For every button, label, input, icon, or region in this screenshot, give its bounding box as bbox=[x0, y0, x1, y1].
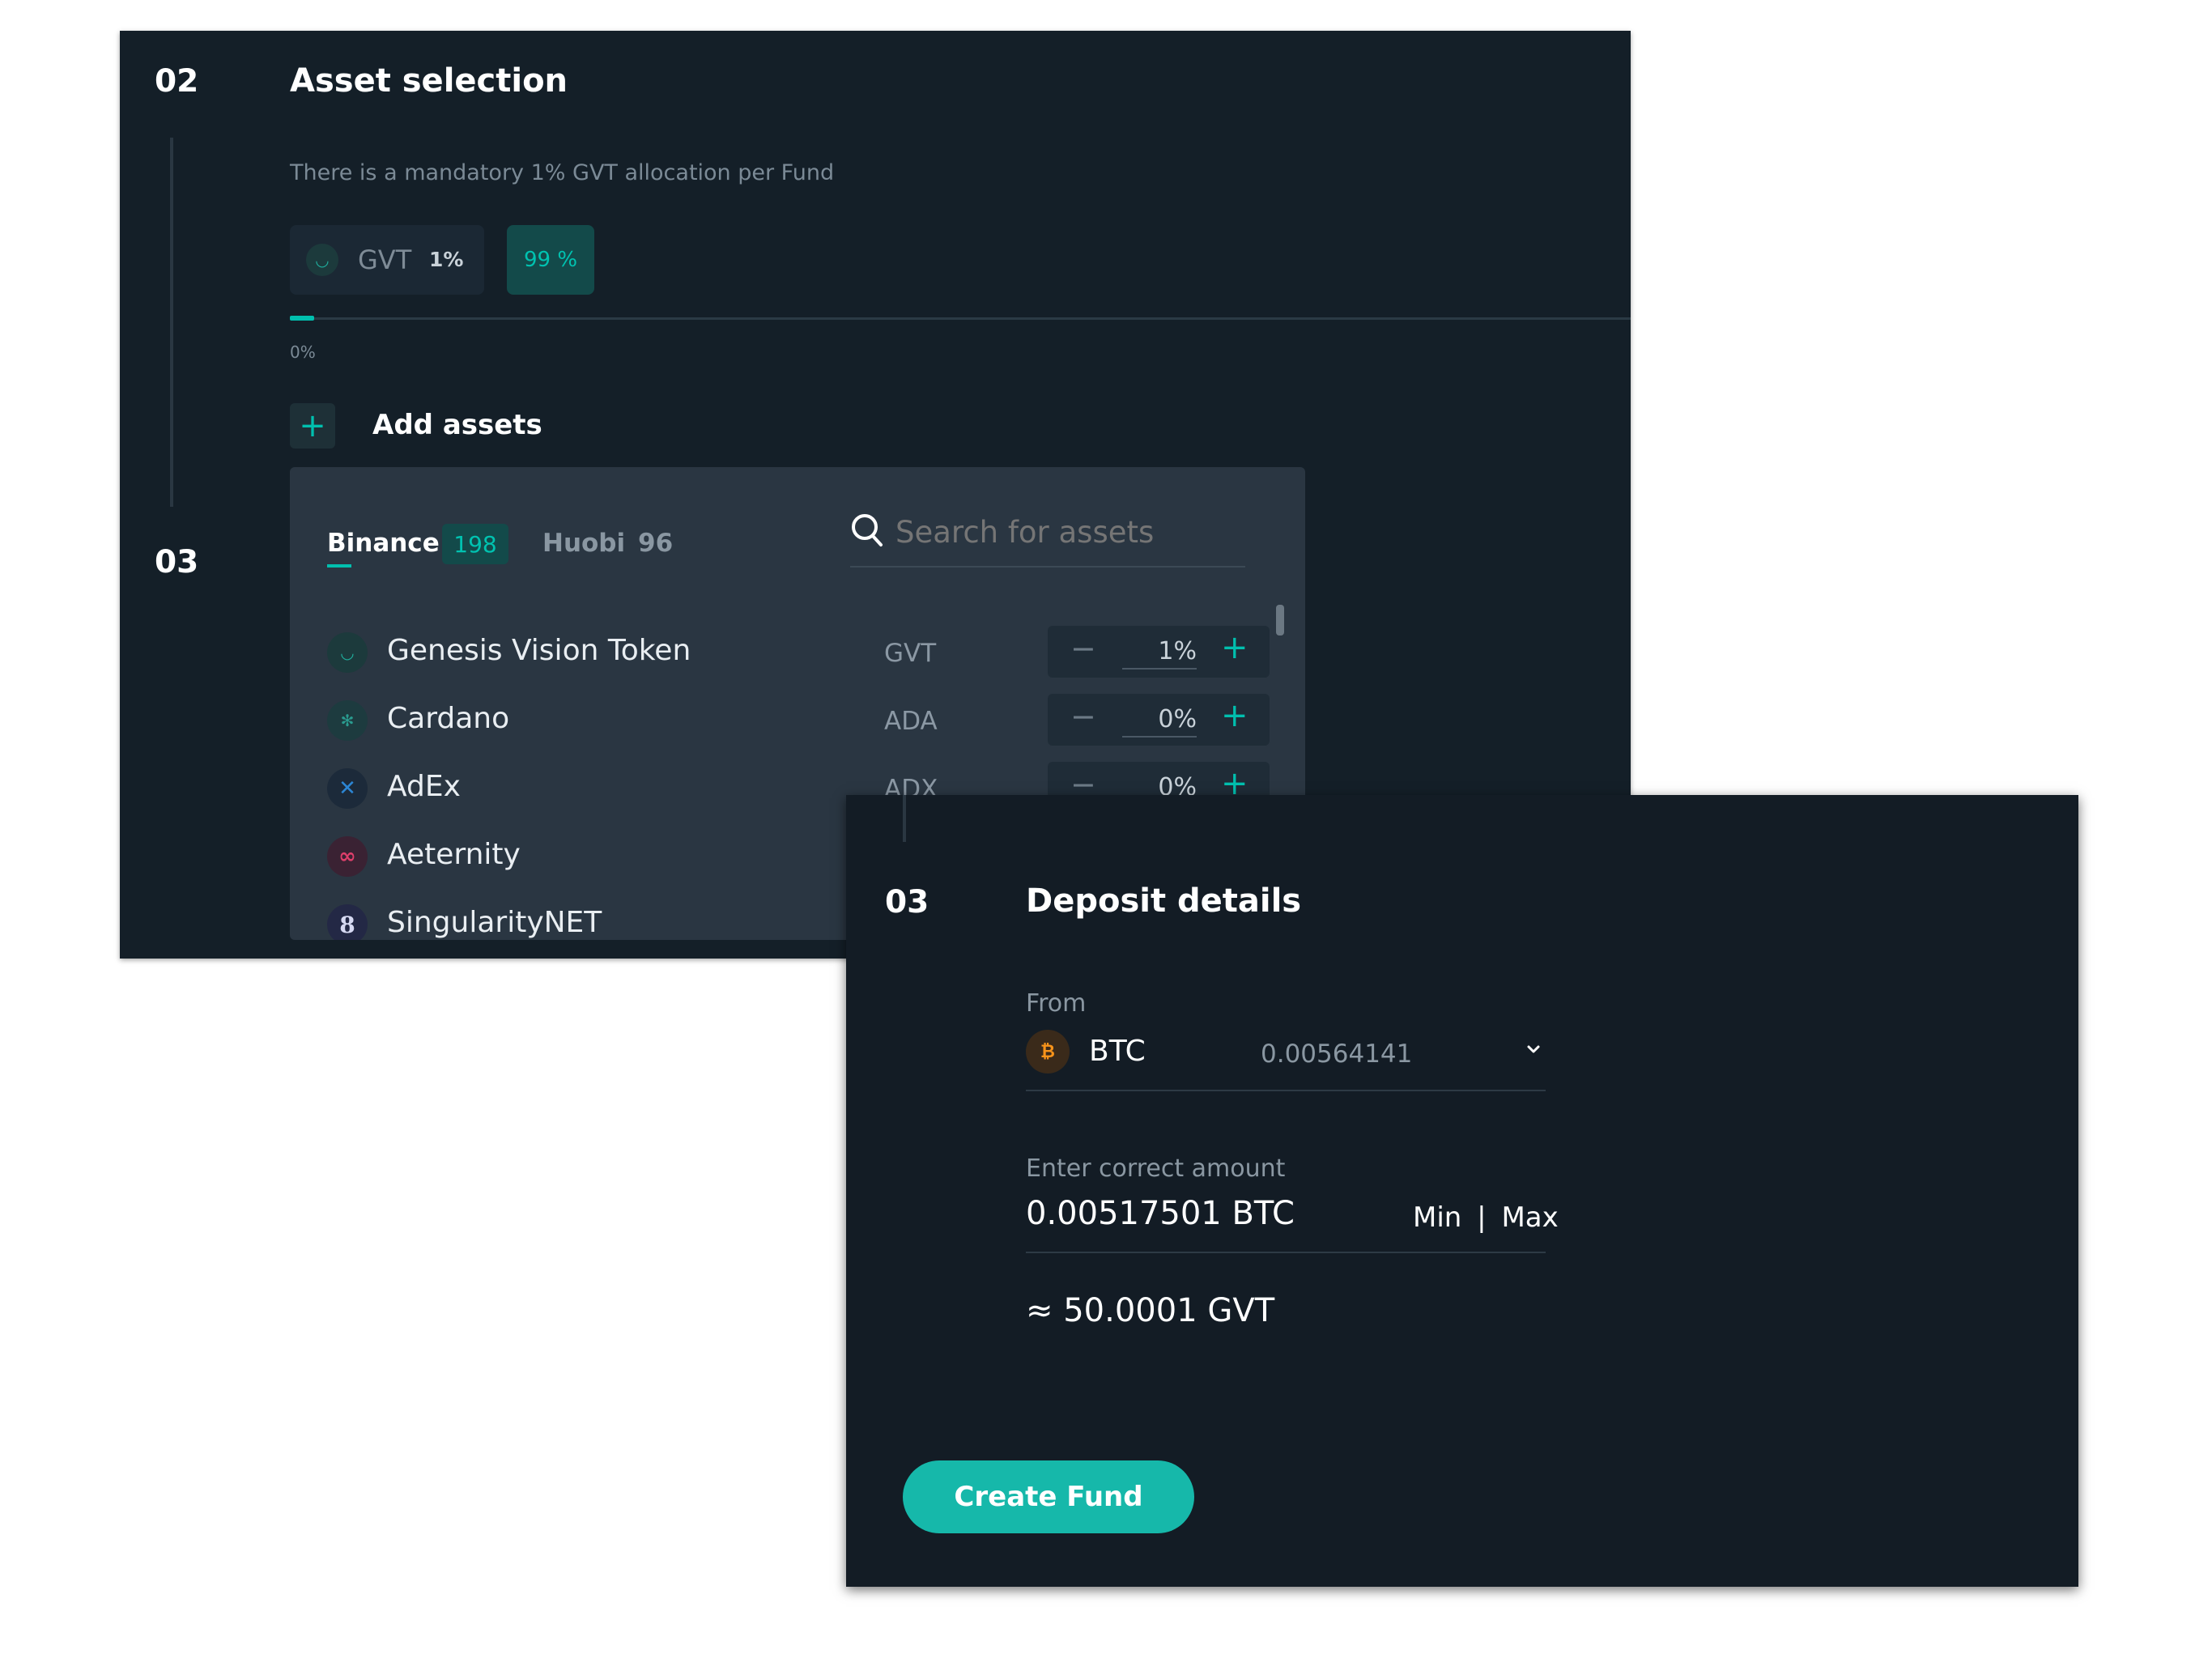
tab-binance[interactable]: Binance bbox=[327, 529, 440, 558]
asset-name: SingularityNET bbox=[387, 906, 602, 939]
allocation-percent[interactable]: 0% bbox=[1122, 705, 1197, 733]
currency-balance: 0.00564141 bbox=[1261, 1039, 1413, 1069]
tab-huobi-count: 96 bbox=[638, 529, 674, 558]
asset-name: Genesis Vision Token bbox=[387, 634, 691, 667]
chevron-down-icon[interactable] bbox=[1526, 1043, 1541, 1058]
next-step-number: 03 bbox=[155, 544, 199, 580]
amount-label: Enter correct amount bbox=[1026, 1154, 1286, 1183]
converted-amount: ≈ 50.0001 GVT bbox=[1026, 1292, 1275, 1329]
amount-input[interactable]: 0.00517501 BTC bbox=[1026, 1195, 1295, 1232]
allocation-stepper: − 0% + bbox=[1048, 694, 1270, 746]
progress-label: 0% bbox=[290, 342, 316, 362]
gvt-icon: ◡ bbox=[327, 632, 368, 673]
gvt-allocation-note: There is a mandatory 1% GVT allocation p… bbox=[290, 160, 835, 185]
min-max-divider: | bbox=[1477, 1201, 1487, 1234]
section-title: Asset selection bbox=[290, 62, 568, 100]
currency-select-underline bbox=[1026, 1090, 1546, 1091]
asset-name: Aeternity bbox=[387, 838, 521, 871]
allocation-stepper: − 1% + bbox=[1048, 626, 1270, 678]
asset-row[interactable]: ✻ Cardano ADA − 0% + bbox=[327, 694, 1270, 750]
asset-name: Cardano bbox=[387, 702, 510, 735]
create-fund-button[interactable]: Create Fund bbox=[903, 1460, 1194, 1533]
allocation-progress-fill bbox=[290, 316, 314, 321]
cardano-icon: ✻ bbox=[327, 700, 368, 741]
min-button[interactable]: Min bbox=[1413, 1201, 1461, 1234]
step-number: 02 bbox=[155, 63, 199, 100]
gvt-chip-symbol: GVT bbox=[358, 244, 412, 275]
step-connector-line bbox=[170, 138, 173, 507]
step-number: 03 bbox=[885, 884, 929, 920]
allocation-percent[interactable]: 1% bbox=[1122, 637, 1197, 665]
gvt-chip-percent: 1% bbox=[429, 248, 464, 271]
gvt-allocation-chip: ◡ GVT 1% bbox=[290, 225, 484, 295]
tab-binance-count: 198 bbox=[442, 524, 508, 564]
add-assets-label[interactable]: Add assets bbox=[372, 409, 542, 441]
allocation-progress-track bbox=[290, 317, 1631, 320]
btc-icon: ₿ bbox=[1026, 1030, 1070, 1073]
from-label: From bbox=[1026, 989, 1087, 1018]
currency-code: BTC bbox=[1089, 1035, 1146, 1068]
singularitynet-icon: 8 bbox=[327, 904, 368, 940]
asset-row[interactable]: ◡ Genesis Vision Token GVT − 1% + bbox=[327, 626, 1270, 682]
scrollbar-thumb[interactable] bbox=[1276, 605, 1284, 636]
deposit-details-panel: 03 Deposit details From ₿ BTC 0.00564141… bbox=[846, 795, 2078, 1587]
max-button[interactable]: Max bbox=[1501, 1201, 1558, 1234]
decrease-button[interactable]: − bbox=[1070, 631, 1096, 666]
tab-huobi[interactable]: Huobi bbox=[542, 529, 625, 558]
percent-underline bbox=[1122, 736, 1197, 738]
gvt-icon: ◡ bbox=[306, 244, 338, 276]
asset-code: ADA bbox=[884, 707, 938, 736]
percent-underline bbox=[1122, 668, 1197, 670]
currency-select[interactable]: ₿ BTC 0.00564141 bbox=[1026, 1025, 1546, 1082]
increase-button[interactable]: + bbox=[1221, 629, 1249, 666]
active-tab-indicator bbox=[327, 564, 351, 568]
add-assets-button[interactable]: + bbox=[290, 403, 335, 449]
increase-button[interactable]: + bbox=[1221, 697, 1249, 734]
remaining-allocation-chip: 99 % bbox=[507, 225, 594, 295]
decrease-button[interactable]: − bbox=[1070, 699, 1096, 734]
min-max-controls: Min | Max bbox=[1413, 1201, 1559, 1234]
step-connector-line bbox=[903, 795, 906, 842]
search-input[interactable] bbox=[895, 511, 1252, 553]
search-icon bbox=[850, 512, 884, 551]
adex-icon: ✕ bbox=[327, 768, 368, 809]
amount-input-underline bbox=[1026, 1252, 1546, 1253]
aeternity-icon: ∞ bbox=[327, 836, 368, 877]
asset-name: AdEx bbox=[387, 770, 461, 803]
search-underline bbox=[850, 566, 1245, 568]
asset-code: GVT bbox=[884, 639, 937, 668]
section-title: Deposit details bbox=[1026, 882, 1302, 920]
